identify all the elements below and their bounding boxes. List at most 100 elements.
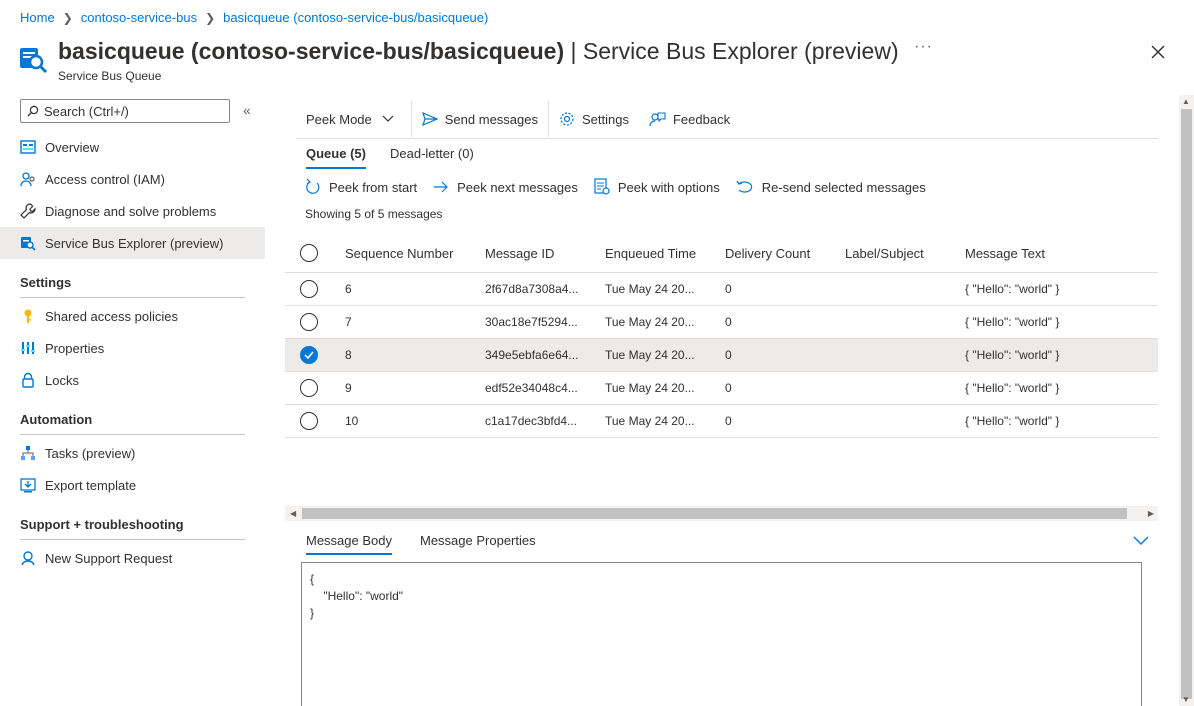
command-bar: Peek Mode Send messages Settings Feedbac… xyxy=(296,101,740,137)
page-vertical-scrollbar[interactable]: ▲ ▼ xyxy=(1179,95,1194,706)
table-row[interactable]: 9 edf52e34048c4... Tue May 24 20... 0 { … xyxy=(285,372,1158,405)
sidebar-item-export-template[interactable]: Export template xyxy=(0,469,265,501)
explorer-icon xyxy=(20,235,36,251)
wrench-icon xyxy=(20,203,36,219)
select-all-checkbox[interactable] xyxy=(300,234,318,272)
tab-message-body[interactable]: Message Body xyxy=(306,533,392,555)
cell-message-text: { "Hello": "world" } xyxy=(965,315,1060,329)
cell-message-text: { "Hello": "world" } xyxy=(965,348,1060,362)
settings-label: Settings xyxy=(582,111,629,127)
peek-from-start-button[interactable]: Peek from start xyxy=(305,178,417,196)
key-icon xyxy=(20,308,36,324)
row-select-radio-checked[interactable] xyxy=(300,346,318,364)
settings-button[interactable]: Settings xyxy=(549,102,639,136)
sidebar-item-label: Tasks (preview) xyxy=(45,445,136,461)
collapse-sidebar-button[interactable]: « xyxy=(243,102,251,118)
scrollbar-thumb[interactable] xyxy=(1181,109,1192,699)
sidebar-item-locks[interactable]: Locks xyxy=(0,364,265,396)
breadcrumb-namespace[interactable]: contoso-service-bus xyxy=(81,10,197,25)
table-row[interactable]: 7 30ac18e7f5294... Tue May 24 20... 0 { … xyxy=(285,306,1158,339)
breadcrumb-home[interactable]: Home xyxy=(20,10,55,25)
tab-dead-letter[interactable]: Dead-letter (0) xyxy=(390,146,474,167)
sidebar-item-label: Access control (IAM) xyxy=(45,171,165,187)
sidebar-item-tasks[interactable]: Tasks (preview) xyxy=(0,437,265,469)
gear-icon xyxy=(560,112,574,126)
peek-with-options-button[interactable]: Peek with options xyxy=(594,178,720,196)
sidebar-section-automation: Automation xyxy=(20,412,245,435)
column-header-message-text[interactable]: Message Text xyxy=(965,234,1045,272)
cell-delivery-count: 0 xyxy=(725,315,732,329)
column-header-message-id[interactable]: Message ID xyxy=(485,234,554,272)
sidebar-item-new-support-request[interactable]: New Support Request xyxy=(0,542,265,574)
messages-count-status: Showing 5 of 5 messages xyxy=(305,207,443,221)
toolbar-divider-line xyxy=(296,138,1158,139)
tab-queue[interactable]: Queue (5) xyxy=(306,146,366,169)
cell-sequence: 10 xyxy=(345,414,359,428)
scroll-up-arrow-icon[interactable]: ▲ xyxy=(1182,97,1190,106)
select-all-radio[interactable] xyxy=(300,244,318,262)
cell-sequence: 8 xyxy=(345,348,352,362)
column-header-enqueued-time[interactable]: Enqueued Time xyxy=(605,234,696,272)
sidebar-item-overview[interactable]: Overview xyxy=(0,131,265,163)
resend-selected-button[interactable]: Re-send selected messages xyxy=(736,180,926,195)
sidebar-item-service-bus-explorer[interactable]: Service Bus Explorer (preview) xyxy=(0,227,265,259)
row-select-radio[interactable] xyxy=(300,280,318,298)
breadcrumb-queue[interactable]: basicqueue (contoso-service-bus/basicque… xyxy=(223,10,488,25)
sidebar-item-properties[interactable]: Properties xyxy=(0,332,265,364)
peek-next-label: Peek next messages xyxy=(457,179,578,195)
column-header-sequence[interactable]: Sequence Number xyxy=(345,234,453,272)
cell-message-text: { "Hello": "world" } xyxy=(965,282,1060,296)
tab-message-properties[interactable]: Message Properties xyxy=(420,533,536,553)
sidebar-item-label: Shared access policies xyxy=(45,308,178,324)
message-body-viewer[interactable]: { "Hello": "world" } xyxy=(301,562,1142,706)
arrow-right-icon xyxy=(434,181,448,193)
column-header-delivery-count[interactable]: Delivery Count xyxy=(725,234,810,272)
lock-icon xyxy=(20,372,36,388)
cell-message-text: { "Hello": "world" } xyxy=(965,414,1060,428)
scrollbar-thumb[interactable] xyxy=(302,508,1127,519)
cell-enqueued-time: Tue May 24 20... xyxy=(605,282,695,296)
close-icon[interactable] xyxy=(1150,44,1166,60)
scroll-right-arrow-icon[interactable]: ▶ xyxy=(1148,509,1154,518)
sidebar-section-settings: Settings xyxy=(20,275,245,298)
cell-sequence: 9 xyxy=(345,381,352,395)
search-input[interactable]: Search (Ctrl+/) xyxy=(20,99,230,123)
row-select-radio[interactable] xyxy=(300,379,318,397)
chevron-right-icon: ❯ xyxy=(205,10,216,25)
table-horizontal-scrollbar[interactable]: ◀ ▶ xyxy=(285,506,1158,521)
cell-message-id: 349e5ebfa6e64... xyxy=(485,348,579,362)
chevron-right-icon: ❯ xyxy=(62,10,73,25)
cell-enqueued-time: Tue May 24 20... xyxy=(605,315,695,329)
breadcrumb: Home ❯ contoso-service-bus ❯ basicqueue … xyxy=(20,10,488,25)
more-options-button[interactable]: ··· xyxy=(914,38,933,56)
sidebar-item-shared-access-policies[interactable]: Shared access policies xyxy=(0,300,265,332)
peek-mode-dropdown[interactable]: Peek Mode xyxy=(296,102,411,136)
row-select-radio[interactable] xyxy=(300,313,318,331)
cell-message-id: 30ac18e7f5294... xyxy=(485,315,578,329)
cell-delivery-count: 0 xyxy=(725,414,732,428)
feedback-label: Feedback xyxy=(672,111,731,127)
cell-enqueued-time: Tue May 24 20... xyxy=(605,381,695,395)
overview-icon xyxy=(20,139,36,155)
cell-message-id: edf52e34048c4... xyxy=(485,381,578,395)
table-row[interactable]: 10 c1a17dec3bfd4... Tue May 24 20... 0 {… xyxy=(285,405,1158,438)
row-select-radio[interactable] xyxy=(300,412,318,430)
table-row[interactable]: 6 2f67d8a7308a4... Tue May 24 20... 0 { … xyxy=(285,273,1158,306)
scroll-left-arrow-icon[interactable]: ◀ xyxy=(290,509,296,518)
export-icon xyxy=(20,477,36,493)
sidebar-item-label: Overview xyxy=(45,139,100,155)
send-messages-button[interactable]: Send messages xyxy=(412,102,548,136)
feedback-button[interactable]: Feedback xyxy=(639,102,740,136)
resend-icon xyxy=(736,180,752,193)
service-bus-queue-icon xyxy=(20,48,48,74)
sidebar-section-support: Support + troubleshooting xyxy=(20,517,245,540)
sidebar-item-label: Export template xyxy=(45,477,137,493)
page-subtitle: Service Bus Queue xyxy=(58,69,162,83)
peek-next-button[interactable]: Peek next messages xyxy=(433,180,578,195)
column-header-label[interactable]: Label/Subject xyxy=(845,234,924,272)
scroll-down-arrow-icon[interactable]: ▼ xyxy=(1182,695,1190,704)
chevron-down-icon[interactable] xyxy=(1132,534,1150,548)
sidebar-item-diagnose[interactable]: Diagnose and solve problems xyxy=(0,195,265,227)
table-row-selected[interactable]: 8 349e5ebfa6e64... Tue May 24 20... 0 { … xyxy=(285,339,1158,372)
sidebar-item-iam[interactable]: Access control (IAM) xyxy=(0,163,265,195)
